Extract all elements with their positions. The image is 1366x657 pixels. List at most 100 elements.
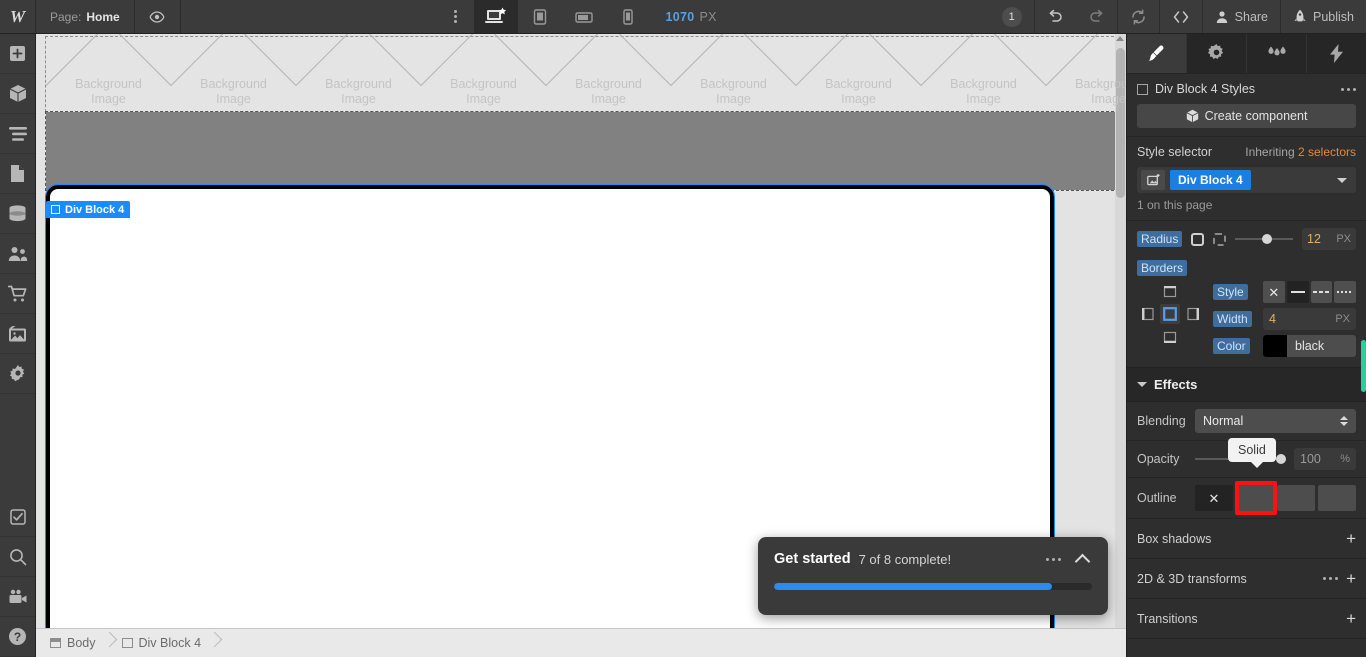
border-style-solid[interactable]	[1286, 281, 1309, 303]
border-width-field[interactable]: 4 PX	[1263, 308, 1356, 330]
borders-label[interactable]: Borders	[1137, 260, 1188, 276]
outline-solid[interactable]	[1236, 485, 1274, 511]
breakpoint-mobile-portrait[interactable]	[606, 0, 650, 33]
plus-icon[interactable]: +	[1346, 530, 1356, 547]
panel-scroll-indicator[interactable]	[1361, 340, 1366, 392]
border-side-bottom[interactable]	[1160, 327, 1180, 347]
plus-icon[interactable]: +	[1346, 610, 1356, 627]
border-color-field[interactable]: black	[1263, 335, 1356, 357]
sync-button[interactable]	[1116, 0, 1159, 33]
sidebar-item-navigator[interactable]	[0, 114, 35, 154]
outline-solid-tooltip: Solid	[1228, 438, 1276, 468]
sidebar-item-search[interactable]	[0, 537, 35, 577]
sidebar-item-cms[interactable]	[0, 194, 35, 234]
breakpoint-tablet[interactable]	[518, 0, 562, 33]
topbar-overflow-button[interactable]	[438, 0, 474, 33]
webflow-logo[interactable]: W	[0, 0, 36, 33]
blending-label: Blending	[1137, 414, 1186, 428]
blending-select[interactable]: Normal	[1195, 409, 1356, 433]
selector-state-icon[interactable]	[1141, 170, 1165, 190]
sidebar-item-users[interactable]	[0, 234, 35, 274]
sidebar-item-audit[interactable]	[0, 497, 35, 537]
tab-effects[interactable]	[1307, 34, 1366, 73]
get-started-progress-fill	[774, 583, 1053, 590]
more-horizontal-icon[interactable]	[1323, 577, 1339, 580]
more-horizontal-icon[interactable]	[1341, 87, 1356, 91]
canvas-scrollbar[interactable]	[1115, 34, 1126, 628]
opacity-value-field[interactable]: 100 %	[1294, 448, 1356, 470]
page-indicator[interactable]: Page: Home	[36, 0, 135, 33]
selector-chip[interactable]: Div Block 4	[1170, 170, 1251, 190]
radius-slider-knob[interactable]	[1262, 234, 1273, 244]
sidebar-item-ecommerce[interactable]	[0, 274, 35, 314]
create-component-button[interactable]: Create component	[1137, 104, 1356, 128]
sidebar-item-assets[interactable]	[0, 314, 35, 354]
share-button[interactable]: Share	[1201, 0, 1280, 33]
undo-button[interactable]	[1033, 0, 1076, 33]
border-color-swatch[interactable]	[1263, 335, 1287, 357]
gray-section[interactable]	[45, 111, 1119, 191]
selected-element-badge[interactable]: Div Block 4	[46, 201, 131, 218]
opacity-slider-knob[interactable]	[1276, 454, 1286, 464]
notification-badge[interactable]: 1	[990, 0, 1034, 33]
border-color-value: black	[1295, 339, 1325, 353]
selector-field[interactable]: Div Block 4	[1137, 167, 1356, 193]
plus-icon[interactable]: +	[1346, 570, 1356, 587]
box-shadows-row[interactable]: Box shadows +	[1127, 519, 1366, 559]
border-color-label[interactable]: Color	[1213, 338, 1250, 354]
background-image-section[interactable]: Background Image Background Image Backgrou…	[45, 36, 1126, 112]
radius-label[interactable]: Radius	[1137, 231, 1183, 247]
sidebar-item-add-elements[interactable]	[0, 34, 35, 74]
transitions-row[interactable]: Transitions +	[1127, 599, 1366, 639]
effects-section-header[interactable]: Effects	[1127, 367, 1366, 402]
breadcrumb-item-body[interactable]: Body	[46, 636, 104, 650]
tab-interactions[interactable]	[1247, 34, 1307, 73]
border-side-left[interactable]	[1137, 304, 1157, 324]
redo-button[interactable]	[1076, 0, 1117, 33]
get-started-collapse-button[interactable]	[1073, 552, 1092, 569]
sidebar-item-settings[interactable]	[0, 354, 35, 394]
breadcrumb-item-div-block-4[interactable]: Div Block 4	[118, 636, 210, 650]
radius-individual-corners-icon[interactable]	[1213, 232, 1227, 246]
transforms-row[interactable]: 2D & 3D transforms +	[1127, 559, 1366, 599]
border-style-dotted[interactable]	[1334, 281, 1356, 303]
border-side-all[interactable]	[1160, 304, 1180, 324]
sidebar-item-video[interactable]	[0, 577, 35, 617]
topbar-left-spacer	[181, 0, 438, 33]
border-style-none[interactable]: ✕	[1263, 281, 1285, 303]
border-style-dashed[interactable]	[1310, 281, 1333, 303]
sidebar-item-components[interactable]	[0, 74, 35, 114]
scrollbar-thumb[interactable]	[1116, 48, 1125, 198]
people-icon	[8, 246, 28, 262]
chevron-down-icon[interactable]	[1337, 177, 1347, 183]
breadcrumb: Body Div Block 4	[36, 628, 1126, 657]
breakpoint-mobile-landscape[interactable]	[562, 0, 606, 33]
border-side-top[interactable]	[1160, 281, 1180, 301]
code-export-button[interactable]	[1158, 0, 1202, 33]
sidebar-item-pages[interactable]	[0, 154, 35, 194]
outline-dotted[interactable]	[1318, 485, 1356, 511]
radius-all-corners-icon[interactable]	[1191, 232, 1205, 246]
sidebar-item-help[interactable]: ?	[0, 617, 35, 657]
publish-button[interactable]: Publish	[1280, 0, 1366, 33]
radius-value-field[interactable]: 12 PX	[1302, 228, 1356, 250]
share-label: Share	[1234, 9, 1269, 24]
breadcrumb-separator	[209, 629, 223, 657]
border-width-label[interactable]: Width	[1213, 311, 1252, 327]
inheriting-info[interactable]: Inheriting 2 selectors	[1245, 145, 1356, 159]
layers-icon	[8, 126, 27, 141]
get-started-more-button[interactable]	[1042, 557, 1065, 561]
scroll-up-arrow-icon[interactable]	[1116, 36, 1124, 41]
outline-dashed[interactable]	[1277, 485, 1315, 511]
preview-toggle[interactable]	[135, 0, 181, 33]
outline-none[interactable]: ✕	[1195, 485, 1233, 511]
box-shadows-label: Box shadows	[1137, 531, 1212, 546]
border-style-label[interactable]: Style	[1213, 284, 1248, 300]
tab-style[interactable]	[1127, 34, 1187, 73]
cart-icon	[7, 285, 28, 303]
get-started-panel[interactable]: Get started 7 of 8 complete!	[758, 537, 1108, 615]
tab-settings[interactable]	[1187, 34, 1247, 73]
breakpoint-desktop[interactable]	[473, 0, 518, 33]
radius-slider[interactable]	[1235, 233, 1293, 245]
border-side-right[interactable]	[1183, 304, 1203, 324]
